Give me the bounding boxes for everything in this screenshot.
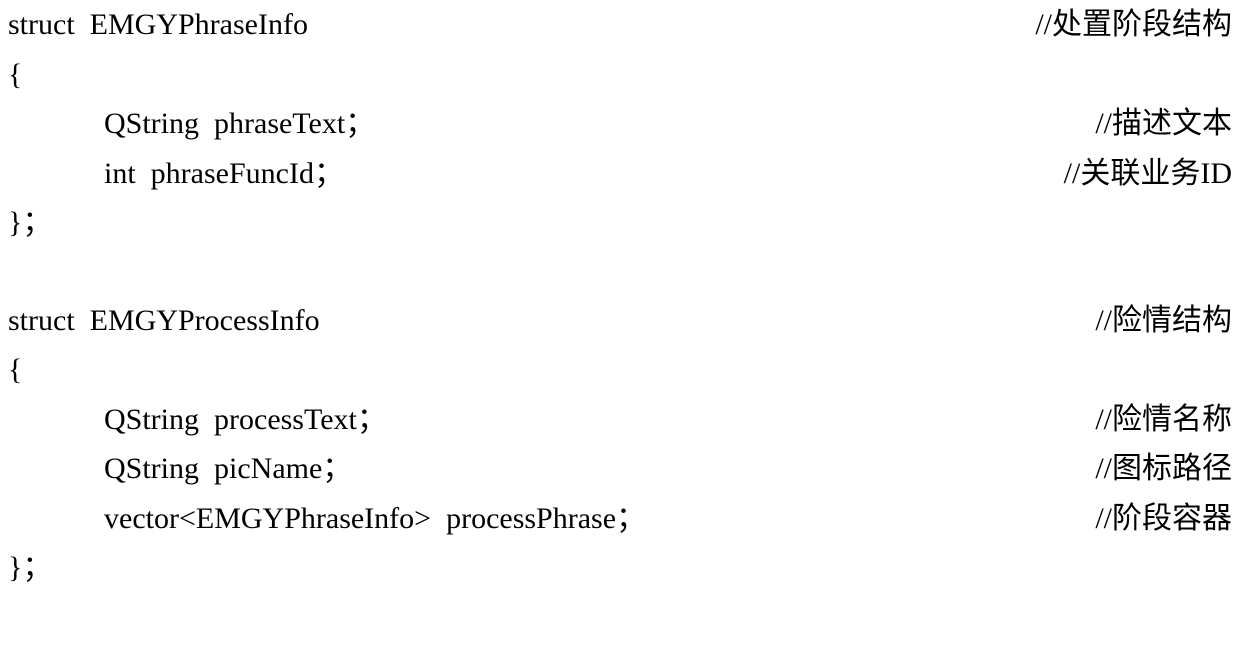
struct1-field1-comment: //描述文本 [1095, 99, 1232, 149]
struct1-declaration: struct EMGYPhraseInfo [8, 0, 308, 50]
struct-spacer [8, 248, 1232, 296]
struct2-declaration: struct EMGYProcessInfo [8, 296, 320, 346]
struct1-close-brace: }； [8, 198, 52, 248]
struct2-field2-line: QString picName； //图标路径 [8, 444, 1232, 494]
struct2-open-brace: { [8, 345, 22, 395]
struct1-field1: QString phraseText； [8, 99, 375, 149]
struct2-field1-comment: //险情名称 [1095, 395, 1232, 445]
struct1-field1-line: QString phraseText； //描述文本 [8, 99, 1232, 149]
struct2-field3-comment: //阶段容器 [1095, 494, 1232, 544]
struct2-field1-line: QString processText； //险情名称 [8, 395, 1232, 445]
struct2-decl-comment: //险情结构 [1095, 296, 1232, 346]
struct2-field2-comment: //图标路径 [1095, 444, 1232, 494]
struct1-declaration-line: struct EMGYPhraseInfo //处置阶段结构 [8, 0, 1232, 50]
struct2-field2: QString picName； [8, 444, 352, 494]
struct2-close-brace: }； [8, 543, 52, 593]
struct1-field2: int phraseFuncId； [8, 149, 344, 199]
struct2-close-brace-line: }； [8, 543, 1232, 593]
struct1-field2-comment: //关联业务ID [1064, 149, 1232, 199]
struct1-open-brace-line: { [8, 50, 1232, 100]
struct1-close-brace-line: }； [8, 198, 1232, 248]
code-container: struct EMGYPhraseInfo //处置阶段结构 { QString… [8, 0, 1232, 593]
struct2-field1: QString processText； [8, 395, 387, 445]
struct2-field3-line: vector<EMGYPhraseInfo> processPhrase； //… [8, 494, 1232, 544]
struct1-open-brace: { [8, 50, 22, 100]
struct1-decl-comment: //处置阶段结构 [1035, 0, 1232, 50]
struct1-field2-line: int phraseFuncId； //关联业务ID [8, 149, 1232, 199]
struct2-declaration-line: struct EMGYProcessInfo //险情结构 [8, 296, 1232, 346]
struct2-field3: vector<EMGYPhraseInfo> processPhrase； [8, 494, 646, 544]
struct2-open-brace-line: { [8, 345, 1232, 395]
